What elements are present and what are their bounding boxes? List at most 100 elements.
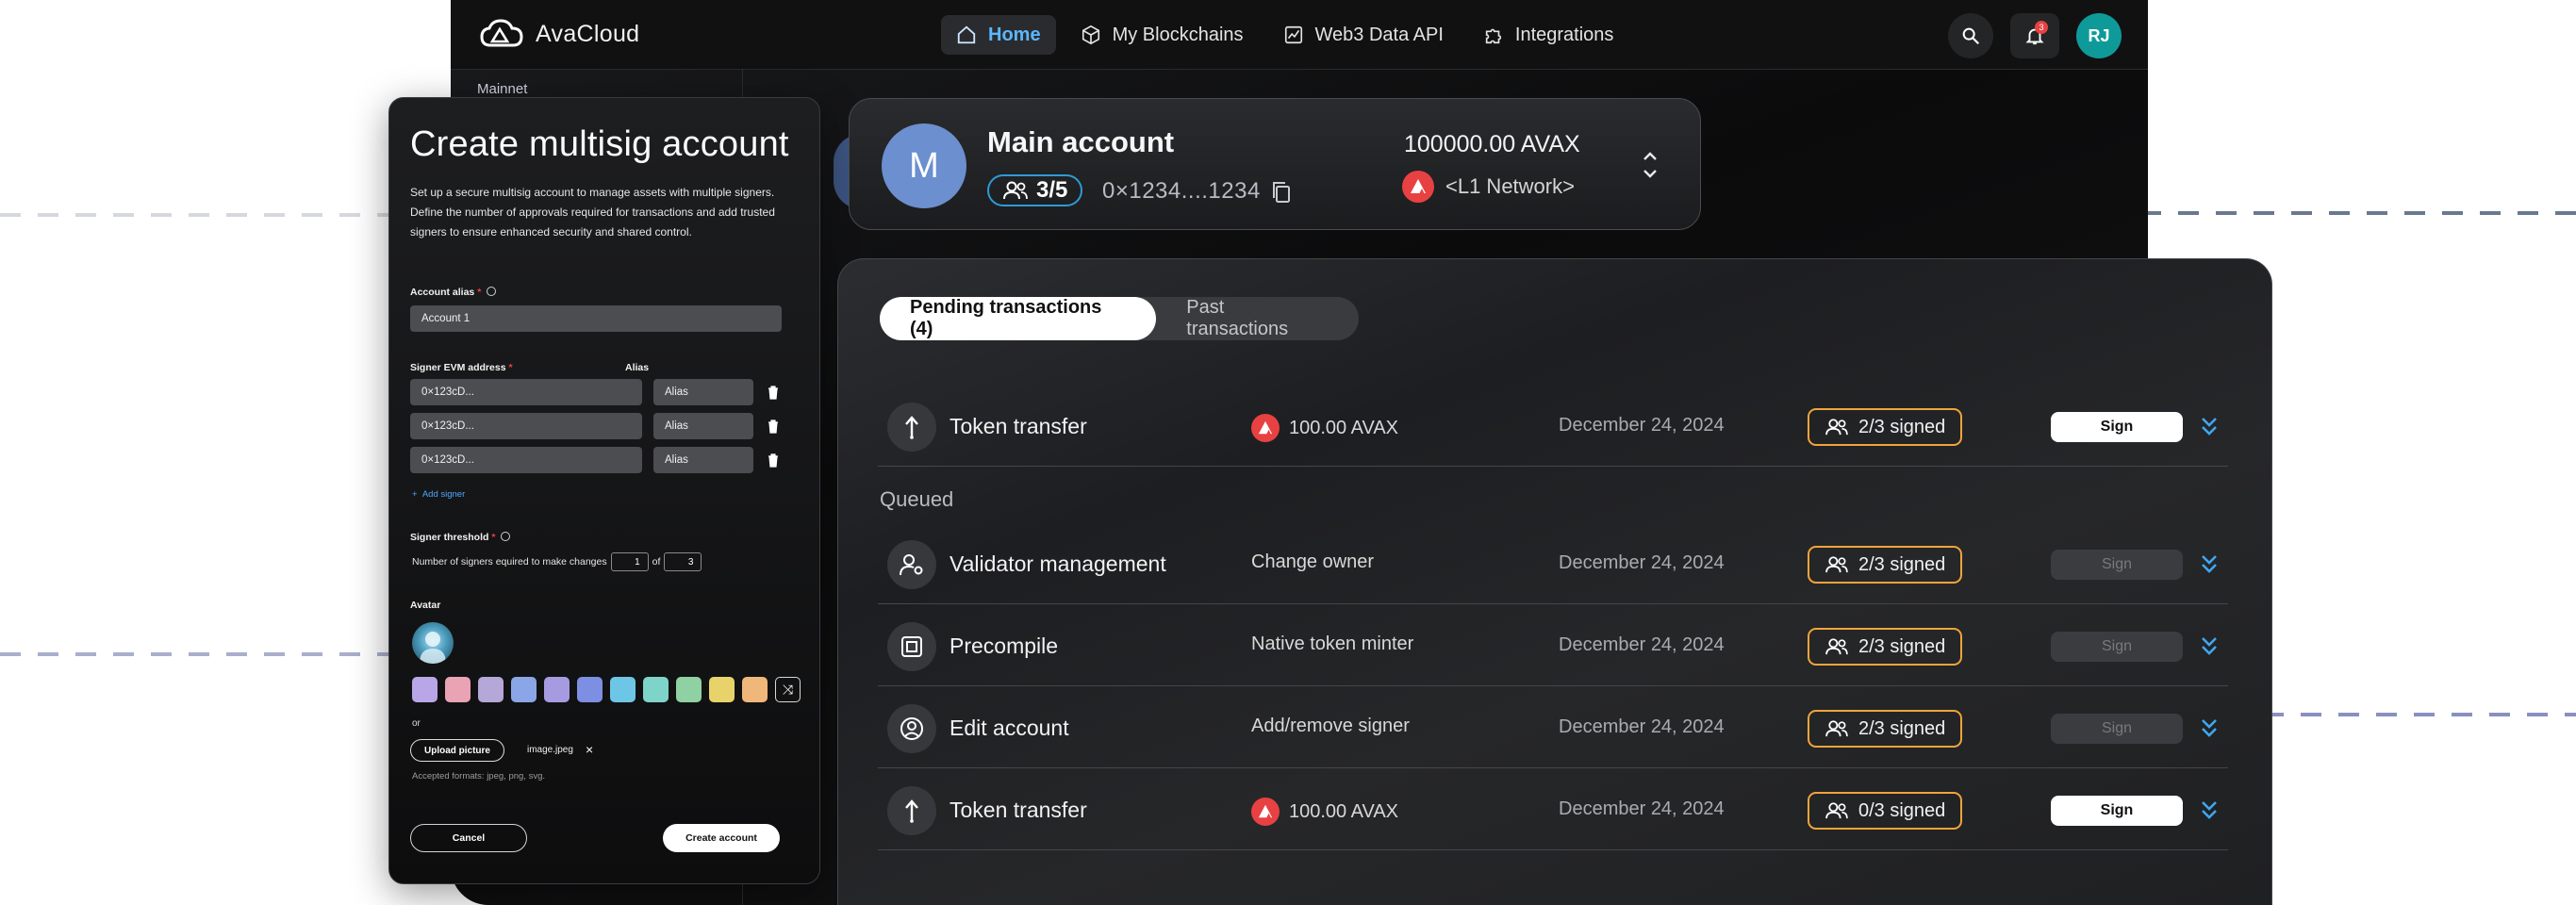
marketing-stage: AvaCloud Home My Blockchains Web3 Data A…	[0, 0, 2576, 905]
network-label[interactable]: Mainnet	[477, 81, 527, 97]
account-address: 0×1234....1234	[1102, 178, 1261, 204]
sign-button[interactable]: Sign	[2051, 550, 2183, 580]
users-icon	[1825, 556, 1848, 573]
selected-avatar-image[interactable]	[412, 622, 454, 664]
puzzle-icon	[1485, 28, 1502, 44]
color-swatch[interactable]	[445, 677, 471, 702]
avatar-label: Avatar	[410, 600, 441, 611]
sign-button[interactable]: Sign	[2051, 412, 2183, 442]
transaction-type: Token transfer	[949, 414, 1087, 438]
transaction-type: Token transfer	[949, 798, 1087, 822]
modal-description: Set up a secure multisig account to mana…	[410, 186, 775, 239]
transfer-icon	[887, 403, 936, 452]
color-swatch[interactable]	[742, 677, 768, 702]
double-chevron-down-icon[interactable]	[2198, 551, 2221, 576]
color-swatch[interactable]	[643, 677, 669, 702]
user-gear-icon	[887, 540, 936, 589]
transaction-detail: Add/remove signer	[1251, 716, 1410, 736]
transaction-type: Edit account	[949, 716, 1069, 740]
double-chevron-down-icon[interactable]	[2198, 634, 2221, 658]
alias-column-label: Alias	[625, 362, 650, 373]
nav-label: Integrations	[1514, 24, 1614, 45]
avatar-color-swatches: ⤨	[412, 677, 801, 702]
color-swatch[interactable]	[544, 677, 570, 702]
tab-past-transactions[interactable]: Past transactions	[1156, 297, 1359, 340]
user-avatar[interactable]: RJ	[2076, 13, 2122, 58]
transaction-date: December 24, 2024	[1559, 552, 1725, 573]
signer-address-input[interactable]: 0×123cD...	[410, 379, 642, 405]
shuffle-icon[interactable]: ⤨	[775, 677, 801, 702]
transaction-detail: 100.00 AVAX	[1251, 414, 1398, 442]
transfer-icon	[887, 786, 936, 835]
transaction-row[interactable]: Edit account Add/remove signer December 24…	[878, 687, 2228, 768]
accepted-formats: Accepted formats: jpeg, png, svg.	[412, 771, 545, 782]
signer-address-input[interactable]: 0×123cD...	[410, 447, 642, 473]
double-chevron-down-icon[interactable]	[2198, 414, 2221, 438]
nav-item-web3-data-api[interactable]: Web3 Data API	[1268, 15, 1459, 55]
transaction-row[interactable]: Token transfer 100.00 AVAX December 24, 20…	[878, 386, 2228, 467]
signer-address-input[interactable]: 0×123cD...	[410, 413, 642, 439]
color-swatch[interactable]	[412, 677, 438, 702]
chevron-up-down-icon[interactable]	[1640, 148, 1660, 182]
search-icon	[1962, 27, 1980, 45]
decorative-dash-line	[2140, 211, 2576, 215]
account-balance: 100000.00 AVAX	[1404, 131, 1580, 157]
home-icon	[957, 25, 976, 44]
nav-item-my-blockchains[interactable]: My Blockchains	[1065, 15, 1259, 55]
sign-button[interactable]: Sign	[2051, 714, 2183, 744]
signer-alias-input[interactable]: Alias	[653, 379, 753, 405]
trash-icon[interactable]	[767, 419, 780, 434]
tab-pending-transactions[interactable]: Pending transactions (4)	[880, 297, 1157, 340]
nav-item-home[interactable]: Home	[941, 15, 1056, 55]
modal-title: Create multisig account	[410, 124, 789, 164]
transaction-row[interactable]: Validator management Change owner December…	[878, 523, 2228, 604]
or-text: or	[412, 718, 421, 729]
users-icon	[1825, 802, 1848, 819]
decorative-dash-line	[2263, 713, 2576, 716]
transaction-date: December 24, 2024	[1559, 634, 1725, 655]
remove-file-icon[interactable]: ×	[586, 742, 593, 757]
color-swatch[interactable]	[577, 677, 603, 702]
color-swatch[interactable]	[478, 677, 504, 702]
transaction-row[interactable]: Precompile Native token minter December 24…	[878, 605, 2228, 686]
upload-picture-button[interactable]: Upload picture	[410, 739, 504, 762]
app-logo[interactable]: AvaCloud	[479, 17, 639, 51]
app-name: AvaCloud	[536, 20, 640, 47]
chart-icon	[1284, 25, 1302, 44]
threshold-row: Number of signers equired to make change…	[412, 552, 702, 571]
decorative-dash-line	[0, 652, 405, 656]
notifications-button[interactable]: 3	[2010, 13, 2059, 58]
top-navigation: AvaCloud Home My Blockchains Web3 Data A…	[451, 0, 2148, 70]
color-swatch[interactable]	[676, 677, 702, 702]
account-circle-icon	[887, 704, 936, 753]
search-button[interactable]	[1948, 13, 1993, 58]
decorative-dash-line	[0, 213, 415, 217]
uploaded-file-name: image.jpeg	[527, 745, 573, 755]
signer-alias-input[interactable]: Alias	[653, 447, 753, 473]
copy-icon[interactable]	[1270, 180, 1293, 205]
color-swatch[interactable]	[511, 677, 537, 702]
transaction-row[interactable]: Token transfer 100.00 AVAX December 24, 20…	[878, 769, 2228, 850]
color-swatch[interactable]	[709, 677, 735, 702]
create-account-button[interactable]: Create account	[663, 824, 780, 852]
main-account-card[interactable]: M Main account 3/5 0×1234....1234 100000…	[849, 98, 1701, 230]
info-icon[interactable]	[501, 532, 511, 541]
trash-icon[interactable]	[767, 452, 780, 468]
double-chevron-down-icon[interactable]	[2198, 716, 2221, 740]
cancel-button[interactable]: Cancel	[410, 824, 527, 852]
signer-alias-input[interactable]: Alias	[653, 413, 753, 439]
info-icon[interactable]	[487, 287, 497, 296]
threshold-total: 3	[664, 552, 702, 571]
threshold-of: of	[652, 556, 661, 568]
sign-button[interactable]: Sign	[2051, 796, 2183, 826]
double-chevron-down-icon[interactable]	[2198, 798, 2221, 822]
sign-button[interactable]: Sign	[2051, 632, 2183, 662]
threshold-input[interactable]: 1	[610, 552, 649, 571]
color-swatch[interactable]	[610, 677, 636, 702]
add-signer-link[interactable]: + Add signer	[412, 489, 465, 500]
threshold-text: Number of signers equired to make change…	[412, 556, 607, 568]
network-name: <L1 Network>	[1445, 174, 1575, 198]
account-alias-input[interactable]: Account 1	[410, 305, 782, 332]
trash-icon[interactable]	[767, 385, 780, 400]
nav-item-integrations[interactable]: Integrations	[1468, 15, 1629, 55]
